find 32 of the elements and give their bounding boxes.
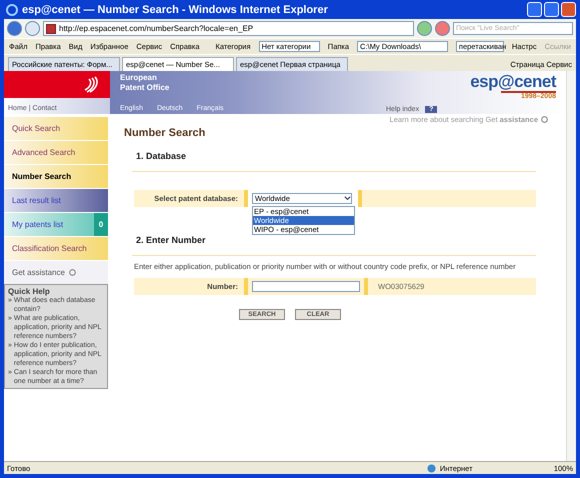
number-input-field[interactable] <box>252 281 360 292</box>
section-title: 2. Enter Number <box>136 235 207 245</box>
circle-icon <box>541 116 548 123</box>
circle-icon <box>68 269 76 276</box>
caret-icon <box>344 195 351 202</box>
address-field[interactable]: http://ep.espacenet.com/numberSearch?locale=en_EP <box>43 21 414 36</box>
forward-button[interactable] <box>25 21 40 36</box>
minimize-button[interactable] <box>527 2 542 17</box>
organization-name: European Patent Office <box>120 73 170 93</box>
sidebar-item[interactable]: My patents list 0 <box>4 213 108 237</box>
stop-button[interactable] <box>435 21 450 36</box>
browser-logo-icon <box>6 4 18 16</box>
section-title: 1. Database <box>136 151 188 161</box>
close-button[interactable] <box>561 2 576 17</box>
count-badge: 0 <box>94 213 108 236</box>
sidebar-item[interactable]: Classification Search <box>4 237 108 261</box>
window-title: esp@cenet — Number Search - Windows Internet Explorer <box>22 4 329 16</box>
quick-help-title: Quick Help <box>8 287 51 296</box>
sidebar-item[interactable]: Number Search <box>4 165 108 189</box>
refresh-button[interactable] <box>417 21 432 36</box>
globe-icon <box>426 464 436 472</box>
sidebar-item[interactable]: Quick Search <box>4 117 108 141</box>
back-button[interactable] <box>7 21 22 36</box>
espacenet-logo: esp@cenet <box>470 73 556 91</box>
site-favicon-icon <box>46 24 56 34</box>
maximize-button[interactable] <box>544 2 559 17</box>
epo-logo-icon <box>84 76 100 94</box>
sidebar-item[interactable]: Last result list <box>4 189 108 213</box>
page-title: Number Search <box>124 127 206 139</box>
sidebar-item[interactable]: Advanced Search <box>4 141 108 165</box>
assistance-link[interactable]: Get assistance <box>12 268 65 277</box>
scrollbar[interactable] <box>566 71 576 461</box>
